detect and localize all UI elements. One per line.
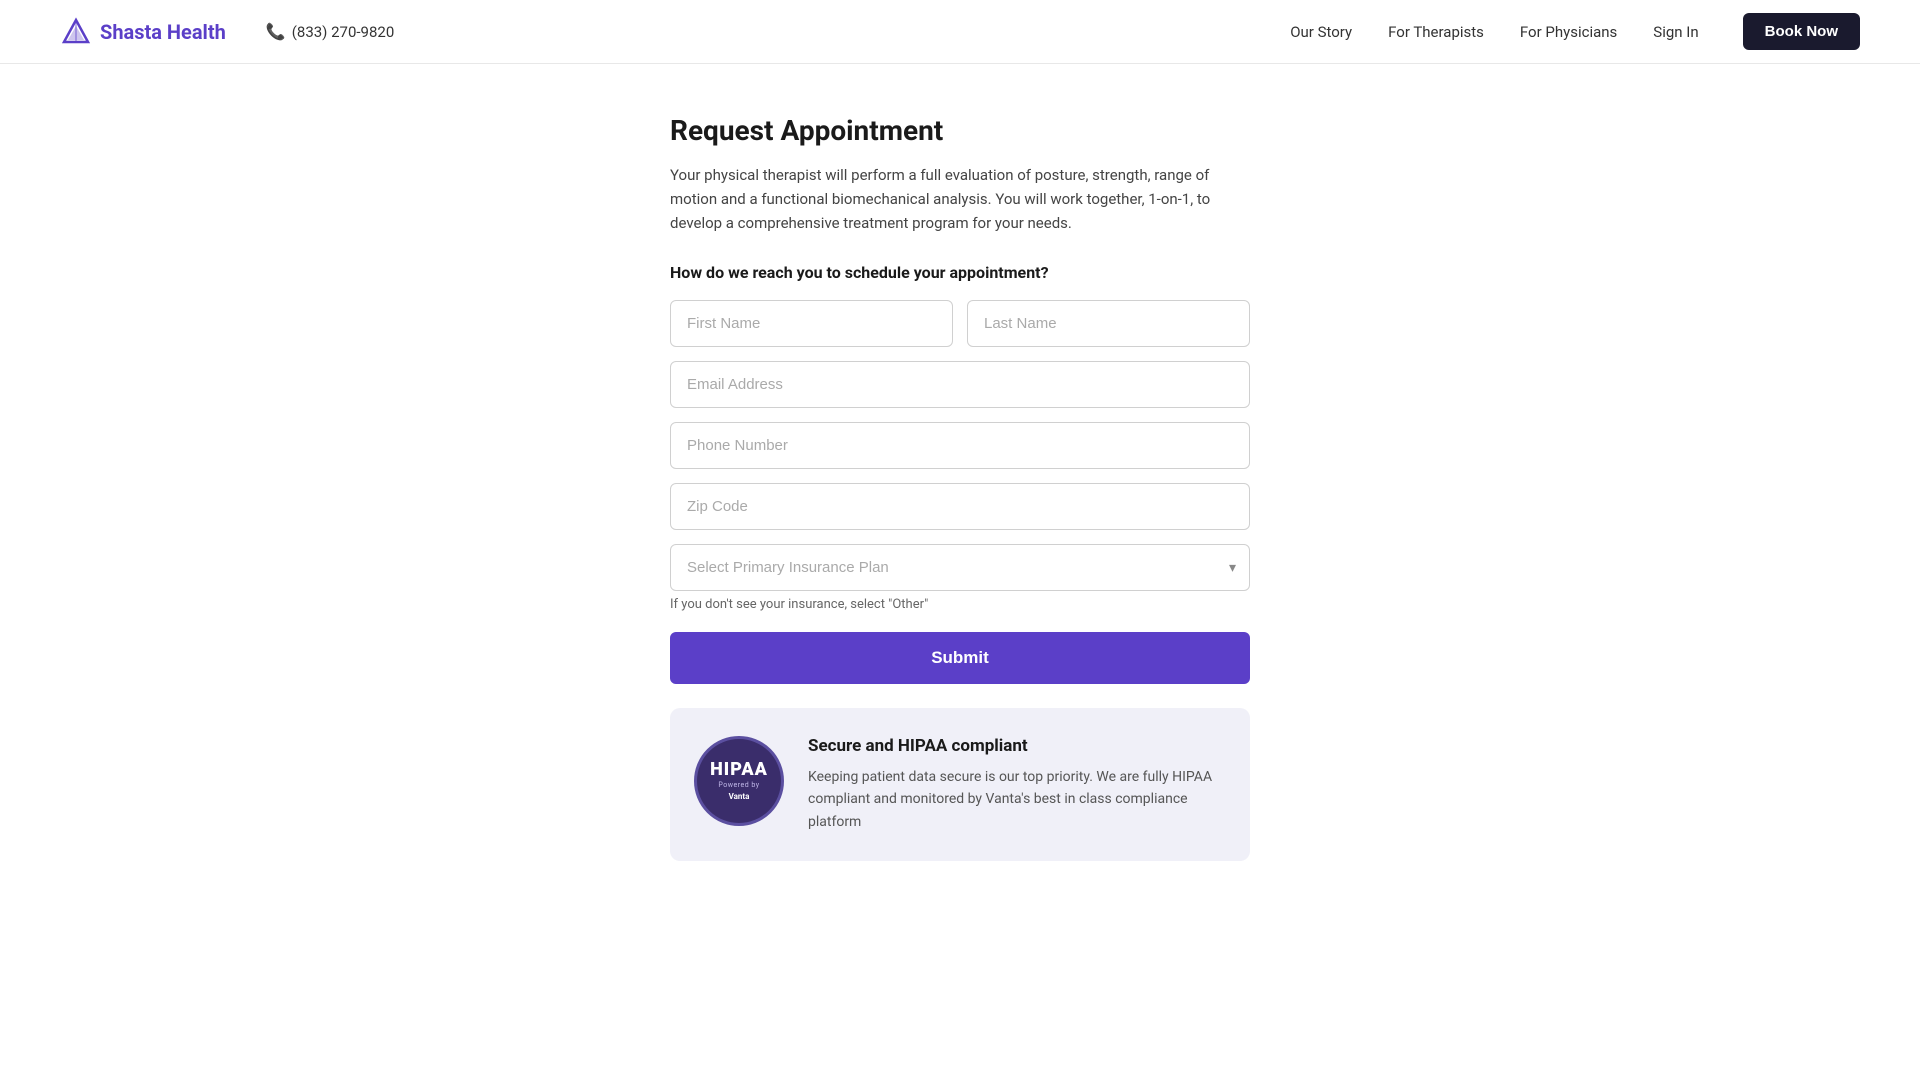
phone-icon: 📞 [266, 22, 286, 41]
nav-sign-in[interactable]: Sign In [1653, 23, 1698, 41]
book-now-button[interactable]: Book Now [1743, 13, 1860, 50]
form-container: Request Appointment Your physical therap… [670, 114, 1250, 861]
hipaa-badge-brand: Vanta [729, 792, 750, 801]
main-content: Request Appointment Your physical therap… [0, 64, 1920, 921]
nav-for-therapists[interactable]: For Therapists [1388, 23, 1484, 41]
first-name-field [670, 300, 953, 347]
hipaa-badge: HIPAA Powered by Vanta [694, 736, 784, 826]
hipaa-badge-title: HIPAA [710, 761, 768, 779]
name-row [670, 300, 1250, 347]
nav-links: Our Story For Therapists For Physicians … [1290, 13, 1860, 50]
first-name-input[interactable] [670, 300, 953, 347]
hipaa-badge-powered: Powered by [718, 781, 759, 790]
logo-text: Shasta Health [100, 20, 226, 44]
email-input[interactable] [670, 361, 1250, 408]
last-name-input[interactable] [967, 300, 1250, 347]
hipaa-title: Secure and HIPAA compliant [808, 736, 1222, 756]
zip-input[interactable] [670, 483, 1250, 530]
nav-our-story[interactable]: Our Story [1290, 23, 1352, 41]
insurance-hint: If you don't see your insurance, select … [670, 597, 1250, 612]
insurance-select[interactable]: Select Primary Insurance Plan Aetna Blue… [670, 544, 1250, 591]
last-name-field [967, 300, 1250, 347]
nav-for-physicians[interactable]: For Physicians [1520, 23, 1617, 41]
navbar: Shasta Health 📞 (833) 270-9820 Our Story… [0, 0, 1920, 64]
phone-link[interactable]: 📞 (833) 270-9820 [266, 22, 394, 41]
logo-link[interactable]: Shasta Health [60, 16, 226, 48]
submit-button[interactable]: Submit [670, 632, 1250, 684]
hipaa-card: HIPAA Powered by Vanta Secure and HIPAA … [670, 708, 1250, 861]
phone-input[interactable] [670, 422, 1250, 469]
logo-icon [60, 16, 92, 48]
phone-number: (833) 270-9820 [292, 23, 395, 41]
insurance-select-wrapper: Select Primary Insurance Plan Aetna Blue… [670, 544, 1250, 591]
page-title: Request Appointment [670, 114, 1250, 147]
hipaa-content: Secure and HIPAA compliant Keeping patie… [808, 736, 1222, 833]
hipaa-description: Keeping patient data secure is our top p… [808, 766, 1222, 833]
form-question: How do we reach you to schedule your app… [670, 263, 1250, 282]
page-description: Your physical therapist will perform a f… [670, 163, 1250, 235]
